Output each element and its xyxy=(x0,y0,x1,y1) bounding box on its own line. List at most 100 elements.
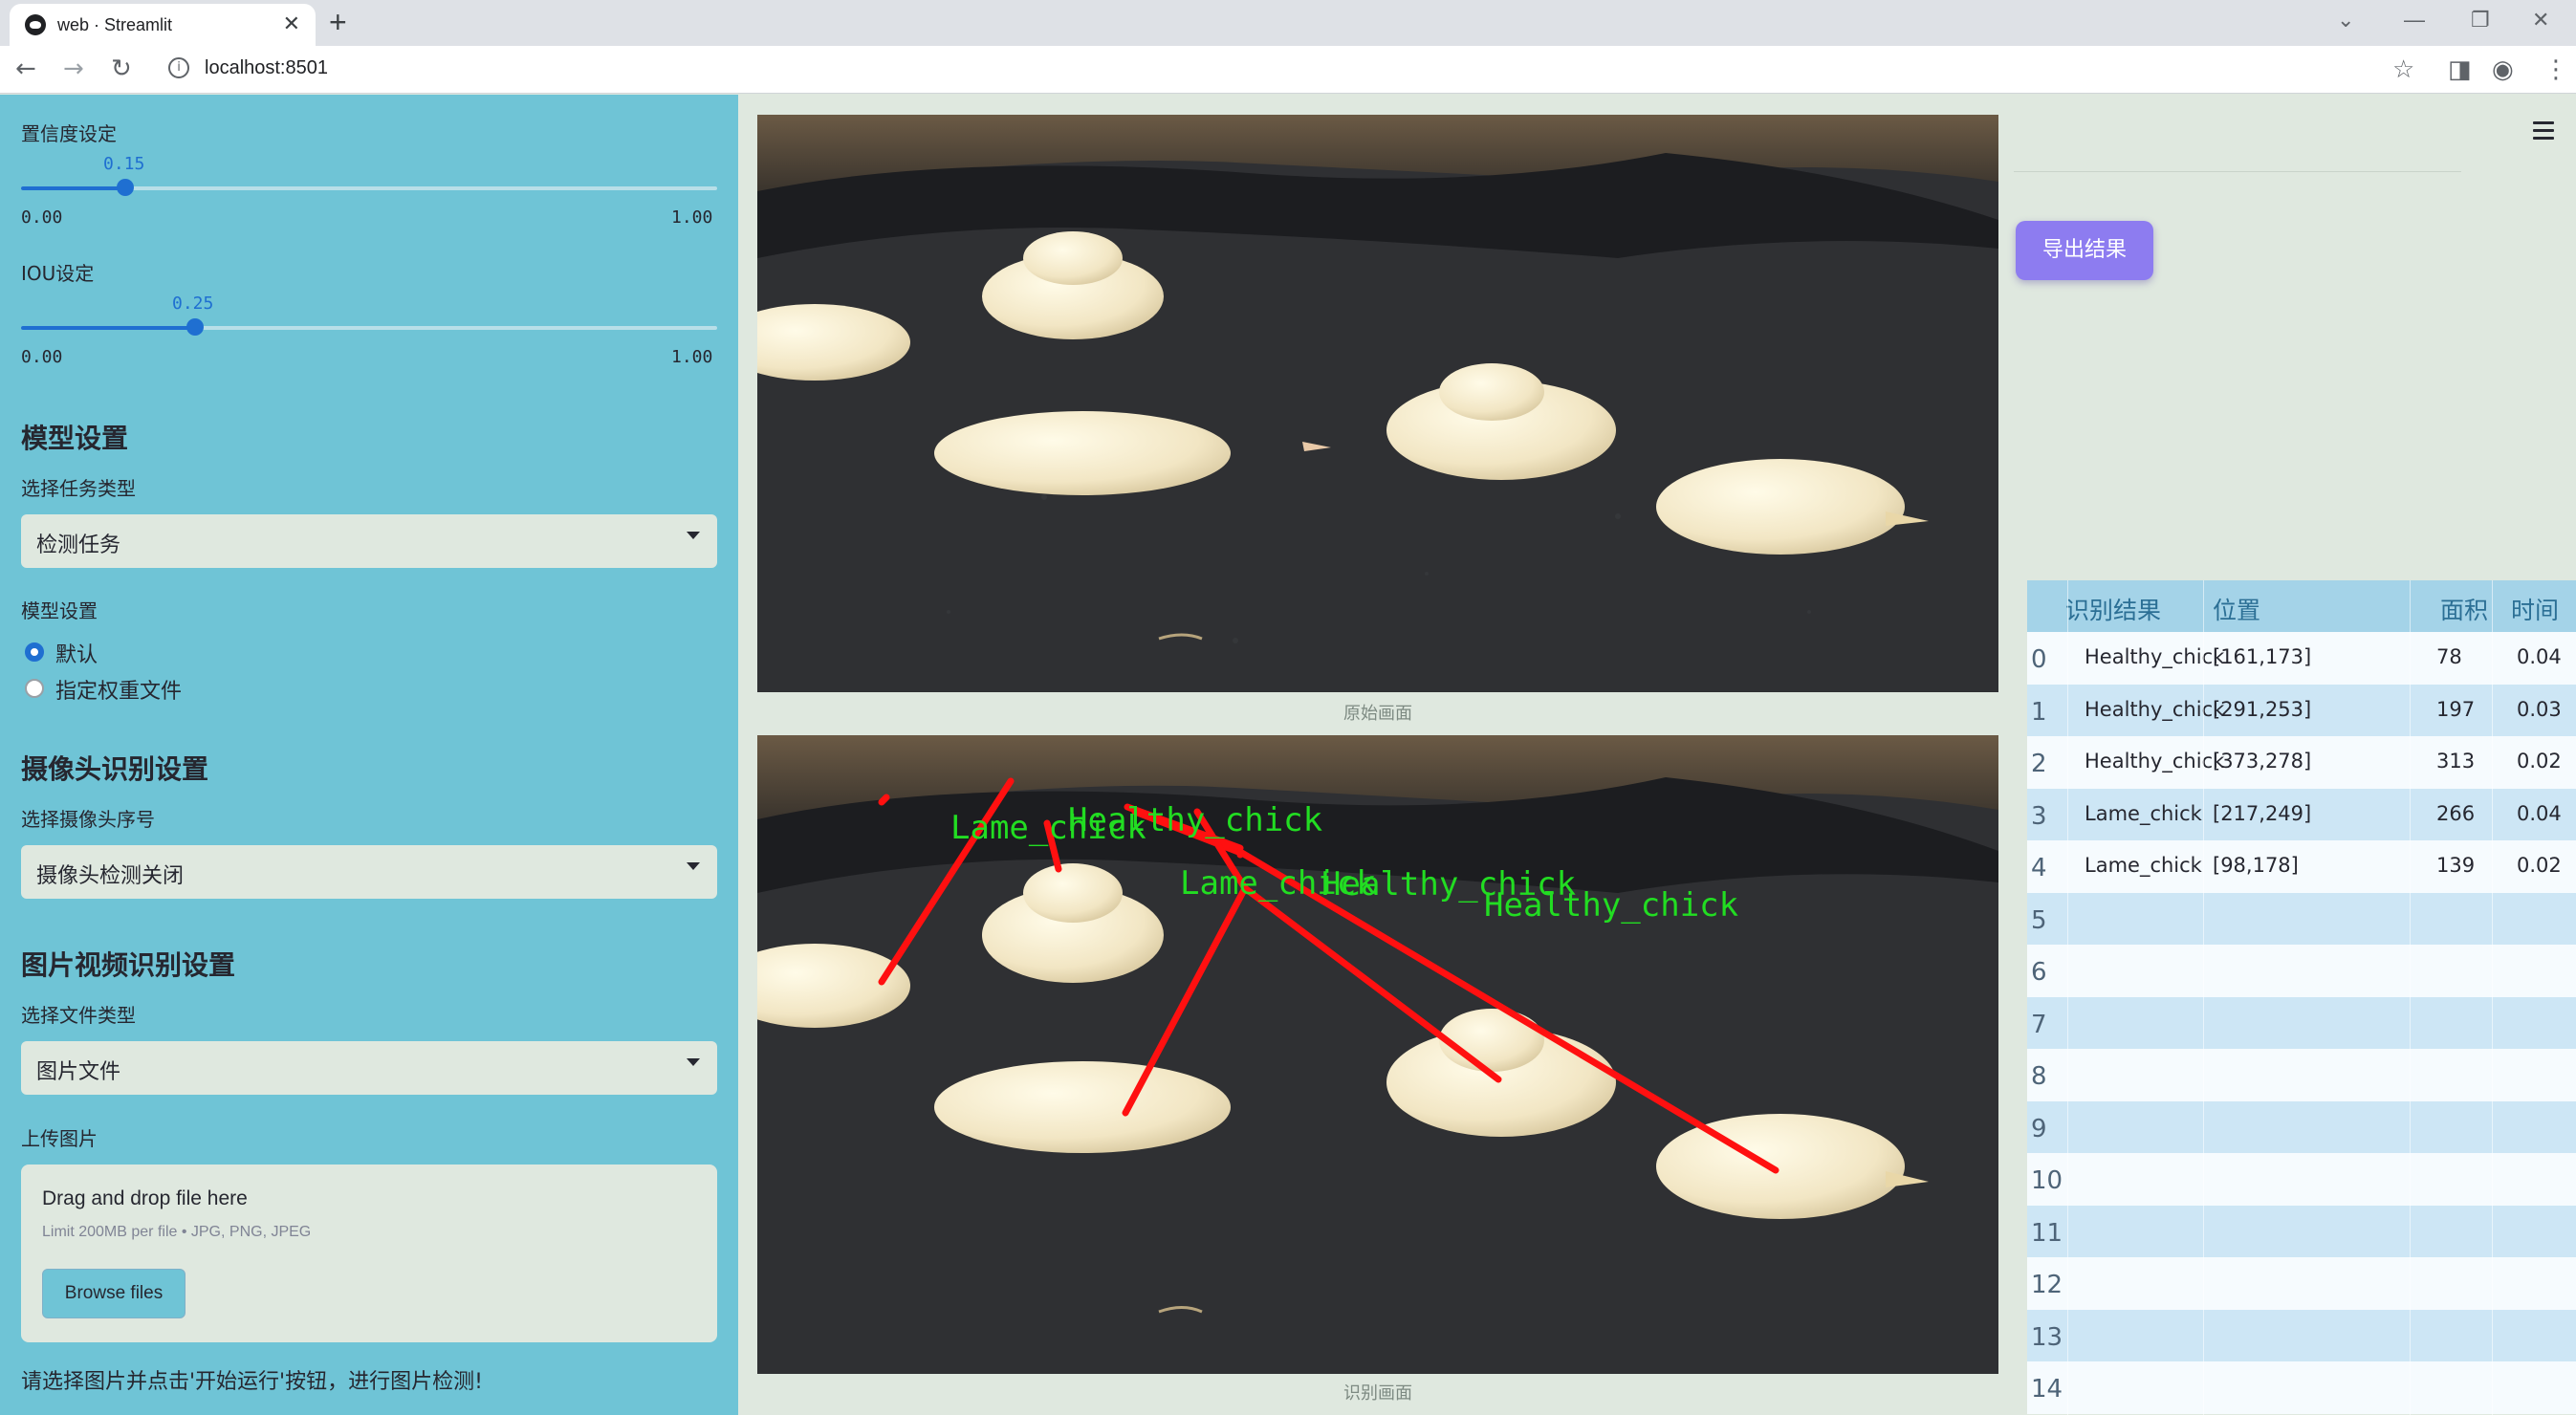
cell-position: [98,178] xyxy=(2213,854,2299,877)
cell-time: 0.03 xyxy=(2517,697,2562,721)
row-index: 3 xyxy=(2031,801,2047,831)
side-panel-icon[interactable]: ◨ xyxy=(2448,55,2472,84)
header-result[interactable]: 识别结果 xyxy=(2065,592,2161,626)
column-divider xyxy=(2203,580,2204,1415)
header-time[interactable]: 时间 xyxy=(2511,592,2559,626)
minimize-icon[interactable]: — xyxy=(2404,8,2425,33)
table-row[interactable]: 7 xyxy=(2027,996,2576,1050)
results-table[interactable]: 识别结果 位置 面积 时间 0 Healthy_chick [161,173] 78 0… xyxy=(2027,580,2576,1415)
camera-index-label: 选择摄像头序号 xyxy=(21,808,155,831)
iou-value: 0.25 xyxy=(172,294,214,314)
cell-position: [161,173] xyxy=(2213,645,2312,668)
row-index: 13 xyxy=(2031,1322,2063,1352)
row-index: 8 xyxy=(2031,1062,2047,1091)
camera-index-select[interactable]: 摄像头检测关闭 xyxy=(21,845,717,899)
main-area: 原始画面 Lame_chick Healthy_chick Lame_chick… xyxy=(738,95,2576,1415)
file-type-select[interactable]: 图片文件 xyxy=(21,1041,717,1095)
table-row[interactable]: 14 xyxy=(2027,1361,2576,1414)
detected-image-caption: 识别画面 xyxy=(1343,1383,1412,1404)
restore-icon[interactable]: ❐ xyxy=(2471,8,2490,33)
table-header: 识别结果 位置 面积 时间 xyxy=(2027,580,2576,632)
table-row[interactable]: 1 Healthy_chick [291,253] 197 0.03 xyxy=(2027,684,2576,737)
header-area[interactable]: 面积 xyxy=(2440,592,2488,626)
browse-files-button[interactable]: Browse files xyxy=(42,1269,186,1318)
task-type-select[interactable]: 检测任务 xyxy=(21,514,717,568)
confidence-min: 0.00 xyxy=(21,207,63,228)
cell-time: 0.04 xyxy=(2517,801,2562,825)
row-index: 14 xyxy=(2031,1375,2063,1404)
cell-position: [291,253] xyxy=(2213,697,2312,721)
camera-index-value: 摄像头检测关闭 xyxy=(36,864,185,888)
table-row[interactable]: 10 xyxy=(2027,1153,2576,1206)
browser-tab[interactable]: web · Streamlit ✕ xyxy=(10,4,316,46)
table-row[interactable]: 13 xyxy=(2027,1309,2576,1362)
confidence-label: 置信度设定 xyxy=(21,122,117,145)
new-tab-icon[interactable]: + xyxy=(329,5,347,40)
cell-time: 0.02 xyxy=(2517,854,2562,877)
cell-area: 266 xyxy=(2436,801,2476,825)
close-tab-icon[interactable]: ✕ xyxy=(283,12,300,36)
hamburger-menu-icon[interactable] xyxy=(2533,121,2554,144)
media-settings-heading: 图片视频识别设置 xyxy=(21,949,236,981)
browser-menu-icon[interactable]: ⋮ xyxy=(2543,55,2568,84)
dropzone-title: Drag and drop file here xyxy=(42,1187,248,1209)
cell-result: Lame_chick xyxy=(2085,854,2202,877)
row-index: 0 xyxy=(2031,645,2047,674)
row-index: 6 xyxy=(2031,958,2047,987)
original-image-caption: 原始画面 xyxy=(1343,704,1412,724)
confidence-slider[interactable] xyxy=(21,179,717,196)
table-row[interactable]: 8 xyxy=(2027,1049,2576,1101)
table-row[interactable]: 0 Healthy_chick [161,173] 78 0.04 xyxy=(2027,632,2576,685)
task-type-label: 选择任务类型 xyxy=(21,477,136,500)
row-index: 2 xyxy=(2031,750,2047,778)
original-chick-scene xyxy=(757,115,1998,692)
url-field[interactable]: localhost:8501 xyxy=(205,57,328,79)
confidence-value: 0.15 xyxy=(103,154,145,174)
back-icon[interactable]: ← xyxy=(15,54,36,83)
reload-icon[interactable]: ↻ xyxy=(111,54,132,83)
table-row[interactable]: 6 xyxy=(2027,945,2576,997)
model-settings-heading: 模型设置 xyxy=(21,423,129,454)
tab-search-chevron-icon[interactable]: ⌄ xyxy=(2337,8,2354,33)
table-row[interactable]: 4 Lame_chick [98,178] 139 0.02 xyxy=(2027,840,2576,893)
iou-min: 0.00 xyxy=(21,347,63,367)
streamlit-favicon-icon xyxy=(25,14,46,35)
row-index: 1 xyxy=(2031,697,2047,727)
radio-default[interactable] xyxy=(25,642,44,662)
table-row[interactable]: 12 xyxy=(2027,1257,2576,1310)
model-config-label: 模型设置 xyxy=(21,599,98,622)
file-type-value: 图片文件 xyxy=(36,1060,121,1084)
site-info-icon[interactable]: i xyxy=(168,57,189,78)
row-index: 7 xyxy=(2031,1010,2047,1039)
dropzone-limit: Limit 200MB per file • JPG, PNG, JPEG xyxy=(42,1224,312,1240)
cell-area: 139 xyxy=(2436,854,2476,877)
export-results-button[interactable]: 导出结果 xyxy=(2016,221,2153,280)
confidence-slider-thumb[interactable] xyxy=(117,179,135,196)
radio-custom-weights[interactable] xyxy=(25,679,44,698)
table-row[interactable]: 2 Healthy_chick [373,278] 313 0.02 xyxy=(2027,736,2576,789)
detected-image: Lame_chick Healthy_chick Lame_chick Heal… xyxy=(757,735,1998,1374)
confidence-slider-fill xyxy=(21,186,126,190)
header-position[interactable]: 位置 xyxy=(2213,592,2260,626)
detection-label-1: Healthy_chick xyxy=(1068,801,1322,839)
close-window-icon[interactable]: ✕ xyxy=(2532,8,2549,33)
radio-custom-weights-label[interactable]: 指定权重文件 xyxy=(55,674,182,705)
iou-slider-thumb[interactable] xyxy=(186,318,204,336)
address-bar: ← → ↻ i localhost:8501 ☆ ◨ ◉ ⋮ xyxy=(0,46,2576,94)
chevron-down-icon xyxy=(687,532,700,539)
iou-slider[interactable] xyxy=(21,318,717,336)
row-index: 11 xyxy=(2031,1218,2063,1248)
table-row[interactable]: 9 xyxy=(2027,1100,2576,1154)
table-row[interactable]: 3 Lame_chick [217,249] 266 0.04 xyxy=(2027,788,2576,841)
file-dropzone[interactable]: Drag and drop file here Limit 200MB per … xyxy=(21,1165,717,1342)
forward-icon[interactable]: → xyxy=(63,54,84,83)
table-row[interactable]: 5 xyxy=(2027,892,2576,946)
bookmark-star-icon[interactable]: ☆ xyxy=(2392,55,2414,84)
table-row[interactable]: 11 xyxy=(2027,1205,2576,1258)
radio-default-label[interactable]: 默认 xyxy=(55,638,98,668)
row-index: 10 xyxy=(2031,1166,2063,1195)
cell-position: [217,249] xyxy=(2213,801,2312,825)
profile-avatar-icon[interactable]: ◉ xyxy=(2492,55,2514,84)
sidebar-hint: 请选择图片并点击'开始运行'按钮，进行图片检测! xyxy=(21,1370,483,1394)
task-type-value: 检测任务 xyxy=(36,533,121,557)
